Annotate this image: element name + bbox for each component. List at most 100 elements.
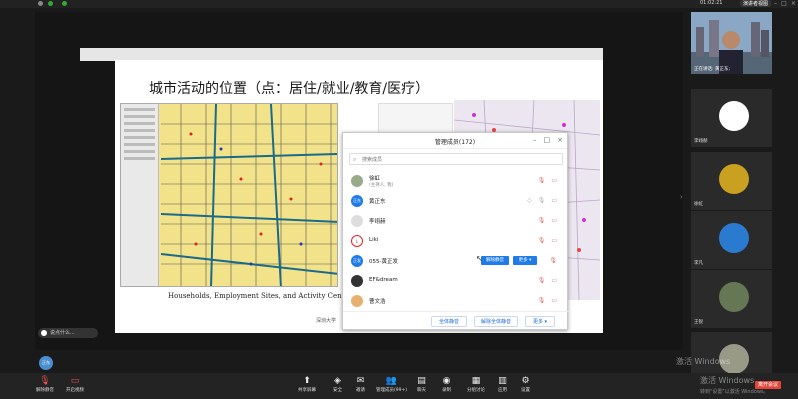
mic-muted-icon: 🎙 bbox=[39, 376, 51, 386]
chat-icon bbox=[41, 330, 47, 336]
mic-muted-icon[interactable]: 🎙 bbox=[538, 217, 546, 224]
record-icon: ◉ bbox=[442, 376, 451, 386]
video-off-icon[interactable]: ▭ bbox=[551, 277, 557, 284]
mic-muted-icon[interactable]: 🎙 bbox=[538, 237, 546, 244]
minimize-icon[interactable]: – bbox=[533, 136, 537, 144]
app-icon bbox=[38, 1, 43, 6]
record-button[interactable]: ◉ 录制 bbox=[442, 376, 451, 393]
video-off-icon[interactable]: ▭ bbox=[551, 297, 557, 304]
breakout-icon: ▦ bbox=[471, 376, 481, 386]
manage-members-button[interactable]: 👥 管理成员(99+) bbox=[376, 376, 407, 393]
participant-sidebar: 正在讲话: 黄正东; 李翊赫 徐虹 李凡 王锐 bbox=[686, 12, 798, 390]
member-row[interactable]: 正发 055-黄正发 解除静音 更多 ▾ 🎙 bbox=[349, 251, 563, 271]
speaker-view-button[interactable]: 演讲者视图 bbox=[740, 0, 772, 7]
slide-title: 城市活动的位置（点：居住/就业/教育/医疗） bbox=[149, 81, 430, 97]
mic-muted-icon[interactable]: 🎙 bbox=[549, 257, 557, 264]
avatar bbox=[719, 101, 749, 131]
member-search[interactable]: ⌕ bbox=[349, 153, 563, 165]
active-speaker-video[interactable]: 正在讲话: 黄正东; bbox=[691, 12, 772, 74]
settings-button[interactable]: ⚙ 设置 bbox=[521, 376, 530, 393]
share-screen-button[interactable]: ⬆ 共享屏幕 bbox=[298, 376, 316, 393]
share-screen-icon: ⬆ bbox=[303, 376, 311, 386]
maximize-icon[interactable]: □ bbox=[781, 0, 787, 8]
unmute-button[interactable]: 🎙 解除静音 bbox=[36, 376, 54, 393]
title-bar: 01:02:21 演讲者视图 – □ × bbox=[0, 0, 798, 8]
windows-watermark: 激活 Windows bbox=[700, 376, 755, 385]
avatar bbox=[719, 223, 749, 253]
member-search-input[interactable] bbox=[362, 155, 557, 164]
search-icon: ⌕ bbox=[353, 156, 357, 163]
city-map-image bbox=[120, 103, 338, 287]
avatar: 正发 bbox=[351, 255, 363, 267]
apps-icon: ▥ bbox=[498, 376, 507, 386]
avatar bbox=[351, 295, 363, 307]
minimize-icon[interactable]: – bbox=[774, 0, 777, 8]
mic-muted-icon[interactable]: 🎙 bbox=[538, 277, 546, 284]
shield-icon: ◈ bbox=[334, 376, 341, 386]
mic-icon[interactable]: 🎙 bbox=[538, 197, 546, 204]
member-row[interactable]: 徐虹 (主持人, 我) 🎙 ▭ bbox=[349, 171, 563, 191]
video-off-icon[interactable]: ▭ bbox=[551, 177, 557, 184]
participant-tile[interactable]: 王锐 bbox=[691, 270, 772, 328]
speaking-label: 正在讲话: 黄正东; bbox=[694, 67, 730, 72]
avatar bbox=[719, 164, 749, 194]
meeting-timer: 01:02:21 bbox=[700, 0, 723, 6]
member-row[interactable]: L Liki 🎙 ▭ bbox=[349, 231, 563, 251]
participant-tile[interactable]: 李凡 bbox=[691, 211, 772, 269]
signal-icon bbox=[62, 1, 67, 6]
members-icon: 👥 bbox=[385, 376, 398, 386]
chat-button[interactable]: ▤ 聊天 bbox=[417, 376, 426, 393]
mic-muted-icon[interactable]: 🎙 bbox=[538, 177, 546, 184]
map-legend bbox=[121, 104, 159, 286]
member-row[interactable]: 李翊赫 🎙 ▭ bbox=[349, 211, 563, 231]
unmute-all-button[interactable]: 解除全体静音 bbox=[474, 316, 518, 327]
apps-button[interactable]: ▥ 应用 bbox=[498, 376, 507, 393]
security-button[interactable]: ◈ 安全 bbox=[333, 376, 342, 393]
windows-watermark-sub: 转到"设置"以激活 Windows。 bbox=[700, 389, 769, 395]
video-off-icon[interactable]: ▭ bbox=[551, 217, 557, 224]
mic-muted-icon[interactable]: 🎙 bbox=[538, 297, 546, 304]
maximize-icon[interactable]: □ bbox=[544, 136, 551, 144]
invite-button[interactable]: ✉ 邀请 bbox=[356, 376, 365, 393]
breakout-button[interactable]: ▦ 分组讨论 bbox=[467, 376, 485, 393]
participant-tile[interactable]: 徐虹 bbox=[691, 152, 772, 210]
avatar bbox=[351, 215, 363, 227]
member-row[interactable]: 正东 黄正东 ◇ 🎙 ▭ bbox=[349, 191, 563, 211]
mute-all-button[interactable]: 全体静音 bbox=[431, 316, 467, 327]
member-row[interactable]: 曹文浩 🎙 ▭ bbox=[349, 291, 563, 311]
sidebar-scroll-icon[interactable]: › bbox=[680, 193, 683, 201]
invite-icon: ✉ bbox=[356, 376, 365, 386]
unmute-button[interactable]: 解除静音 bbox=[481, 256, 509, 265]
settings-icon: ⚙ bbox=[521, 376, 530, 386]
chat-input[interactable]: 说点什么... bbox=[38, 328, 98, 338]
map-caption: Households, Employment Sites, and Activi… bbox=[168, 292, 356, 300]
map-side-panel bbox=[378, 103, 453, 135]
avatar: 正东 bbox=[351, 195, 363, 207]
window-controls: – □ × bbox=[772, 0, 798, 8]
windows-watermark: 激活 Windows bbox=[676, 357, 731, 366]
avatar bbox=[351, 275, 363, 287]
dialog-footer: 全体静音 解除全体静音 更多 ▾ bbox=[343, 311, 569, 331]
avatar bbox=[351, 175, 363, 187]
participant-tile[interactable]: 李翊赫 bbox=[691, 89, 772, 147]
network-icon bbox=[48, 1, 53, 6]
close-icon[interactable]: × bbox=[791, 0, 796, 8]
meeting-toolbar: 🎙 解除静音 ▭ 开启视频 ⬆ 共享屏幕 ◈ 安全 ✉ 邀请 👥 管理成员(99+) ▤ 聊天… bbox=[0, 373, 798, 399]
avatar bbox=[719, 282, 749, 312]
video-off-icon[interactable]: ▭ bbox=[551, 197, 557, 204]
start-video-button[interactable]: ▭ 开启视频 bbox=[66, 376, 84, 393]
manage-members-dialog: 管理成员(172) – □ × ⌕ 徐虹 (主持人, 我) 🎙▭ 正东 黄正东 … bbox=[342, 132, 569, 331]
video-off-icon: ▭ bbox=[70, 376, 80, 386]
member-row[interactable]: EF&dream 🎙 ▭ bbox=[349, 271, 563, 291]
shield-icon: ◇ bbox=[527, 197, 532, 204]
video-off-icon[interactable]: ▭ bbox=[551, 237, 557, 244]
more-button[interactable]: 更多 ▾ bbox=[513, 256, 537, 265]
self-avatar: 正东 bbox=[39, 356, 53, 370]
more-options-button[interactable]: 更多 ▾ bbox=[525, 316, 555, 327]
chat-icon: ▤ bbox=[417, 376, 426, 386]
dialog-header: 管理成员(172) – □ × bbox=[343, 133, 567, 149]
close-icon[interactable]: × bbox=[557, 136, 563, 144]
slide-footer-university: 深圳大学 bbox=[316, 318, 337, 324]
mouse-cursor-icon: ↖ bbox=[476, 254, 483, 263]
avatar: L bbox=[351, 235, 363, 247]
